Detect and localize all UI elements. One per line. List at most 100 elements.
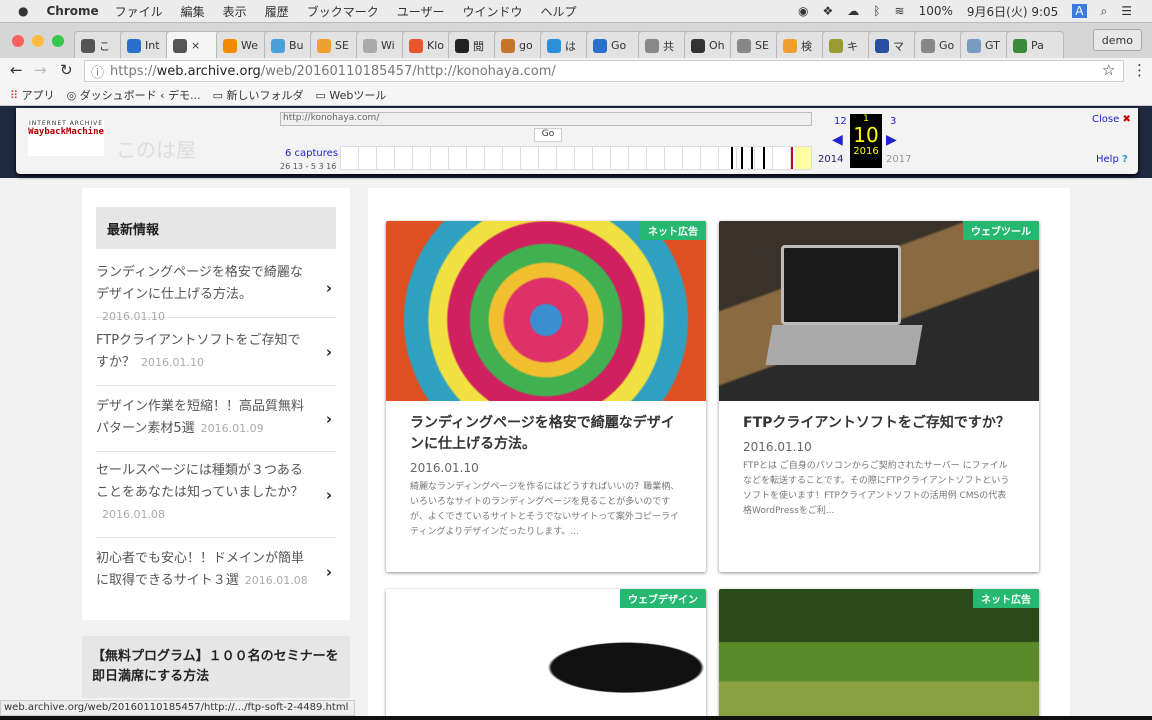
next-capture-arrow-icon[interactable]: ▶ — [886, 132, 897, 148]
browser-tab[interactable]: Pa — [1006, 31, 1064, 59]
program-widget-title[interactable]: 【無料プログラム】１００名のセミナーを即日満席にする方法 — [82, 636, 350, 698]
help-link[interactable]: Help ? — [1096, 154, 1128, 165]
wayback-url-input[interactable]: http://konohaya.com/ — [280, 112, 812, 126]
cloud-icon[interactable]: ☁ — [847, 4, 859, 18]
menu-dots-icon[interactable]: ⋮ — [1132, 61, 1147, 79]
browser-tab[interactable]: GT — [960, 31, 1010, 59]
address-bar[interactable]: ⓘ https://web.archive.org/web/2016011018… — [84, 60, 1124, 82]
profile-button[interactable]: demo — [1092, 29, 1142, 51]
next-month-link[interactable]: 3 — [890, 116, 896, 127]
tab-favicon-icon — [317, 38, 331, 53]
bookmark-folder-webtools[interactable]: ▭ Webツール — [315, 87, 386, 103]
url-host: web.archive.org — [156, 63, 261, 79]
recent-post-item[interactable]: ランディングページを格安で綺麗なデザインに仕上げる方法。2016.01.10 › — [96, 258, 336, 323]
tab-favicon-icon — [173, 38, 187, 53]
menu-history[interactable]: 履歴 — [265, 3, 289, 20]
browser-tab[interactable]: Oh — [684, 31, 734, 59]
browser-tab[interactable]: 共 — [638, 31, 688, 59]
menu-window[interactable]: ウインドウ — [462, 3, 522, 20]
browser-tab[interactable]: go — [494, 31, 544, 59]
wayback-logo[interactable]: INTERNET ARCHIVE WaybackMachine — [28, 120, 104, 156]
menu-help[interactable]: ヘルプ — [541, 3, 577, 20]
input-source[interactable]: A — [1072, 4, 1087, 18]
search-icon[interactable]: ⌕ — [1101, 4, 1108, 19]
wayback-go-button[interactable]: Go — [534, 128, 562, 142]
prev-year-link[interactable]: 2014 — [818, 154, 843, 165]
bluetooth-icon[interactable]: ᛒ — [873, 4, 880, 18]
recent-post-item[interactable]: 初心者でも安心！！ドメインが簡単に取得できるサイト３選 2016.01.08 › — [96, 538, 336, 606]
tab-favicon-icon — [501, 38, 515, 53]
recent-post-item[interactable]: FTPクライアントソフトをご存知ですか？ 2016.01.10 › — [96, 318, 336, 386]
browser-tab[interactable]: × — [166, 31, 220, 59]
captures-link[interactable]: 6 captures — [285, 148, 338, 159]
browser-tab[interactable]: Wi — [356, 31, 406, 59]
category-badge: ウェブデザイン — [620, 589, 706, 608]
record-icon[interactable]: ◉ — [798, 4, 808, 18]
browser-tab[interactable]: Klo — [402, 31, 452, 59]
zoom-window-button[interactable] — [52, 35, 64, 47]
reload-icon[interactable]: ↻ — [60, 61, 73, 79]
recent-post-item[interactable]: セールスページには種類が３つあることをあなたは知っていましたか？ 2016.01.… — [96, 452, 336, 538]
bookmark-dashboard[interactable]: ◎ ダッシュボード ‹ デモ... — [67, 87, 201, 103]
browser-tab[interactable]: Go — [586, 31, 642, 59]
prev-capture-arrow-icon[interactable]: ◀ — [832, 132, 843, 148]
chevron-right-icon: › — [325, 278, 332, 297]
browser-tab[interactable]: は — [540, 31, 590, 59]
article-thumbnail[interactable]: ネット広告 — [386, 221, 706, 401]
tab-label: Go — [939, 39, 955, 52]
article-title: ランディングページを格安で綺麗なデザインに仕上げる方法。 — [410, 415, 675, 452]
sidebar-title: 最新情報 — [96, 207, 336, 249]
browser-tab[interactable]: SE — [730, 31, 780, 59]
tab-favicon-icon — [783, 38, 797, 53]
menu-view[interactable]: 表示 — [223, 3, 247, 20]
article-card[interactable]: ウェブデザイン — [386, 589, 706, 720]
recent-post-item[interactable]: デザイン作業を短縮！！高品質無料パターン素材5選 2016.01.09 › — [96, 386, 336, 452]
tab-strip: こ Int × We Bu SE Wi Klo 閲 go は Go 共 Oh SE 検 キ マ Go GT Pa dem… — [0, 22, 1152, 59]
browser-tab[interactable]: Bu — [264, 31, 314, 59]
browser-tab[interactable]: 検 — [776, 31, 826, 59]
browser-tab[interactable]: 閲 — [448, 31, 498, 59]
browser-tab[interactable]: We — [216, 31, 268, 59]
tab-label: 閲 — [473, 39, 484, 53]
bookmark-apps[interactable]: ⠿ アプリ — [10, 87, 55, 103]
prev-month-link[interactable]: 12 — [834, 116, 847, 127]
list-icon[interactable]: ☰ — [1121, 4, 1132, 18]
minimize-window-button[interactable] — [32, 35, 44, 47]
tab-label: 共 — [663, 39, 674, 53]
menu-app[interactable]: Chrome — [46, 4, 98, 18]
article-thumbnail[interactable]: ネット広告 — [719, 589, 1039, 720]
apple-icon[interactable]: ● — [18, 4, 28, 18]
article-thumbnail[interactable]: ウェブデザイン — [386, 589, 706, 720]
info-icon[interactable]: ⓘ — [91, 62, 104, 81]
bottom-edge — [0, 716, 1152, 720]
tab-favicon-icon — [455, 38, 469, 53]
browser-tab[interactable]: マ — [868, 31, 918, 59]
tab-favicon-icon — [645, 38, 659, 53]
article-card[interactable]: ネット広告 ランディングページを格安で綺麗なデザインに仕上げる方法。 2016.… — [386, 221, 706, 572]
article-card[interactable]: ネット広告 — [719, 589, 1039, 720]
clock[interactable]: 9月6日(火) 9:05 — [967, 3, 1058, 20]
tab-favicon-icon — [363, 38, 377, 53]
browser-tab[interactable]: キ — [822, 31, 872, 59]
bookmark-folder-new[interactable]: ▭ 新しいフォルダ — [213, 87, 304, 103]
close-link[interactable]: Close ✖ — [1092, 114, 1131, 125]
menu-bookmarks[interactable]: ブックマーク — [307, 3, 379, 20]
menu-file[interactable]: ファイル — [115, 3, 163, 20]
dropbox-icon[interactable]: ❖ — [823, 4, 834, 18]
tab-favicon-icon — [1013, 38, 1027, 53]
forward-icon[interactable]: → — [34, 61, 47, 79]
article-card[interactable]: ウェブツール FTPクライアントソフトをご存知ですか？ 2016.01.10 F… — [719, 221, 1039, 572]
browser-tab[interactable]: こ — [74, 31, 124, 59]
browser-tab[interactable]: Go — [914, 31, 964, 59]
battery-text[interactable]: 100% — [919, 4, 953, 18]
browser-tab[interactable]: Int — [120, 31, 170, 59]
menu-user[interactable]: ユーザー — [397, 3, 445, 20]
star-icon[interactable]: ☆ — [1102, 61, 1115, 79]
tab-label: Bu — [289, 39, 304, 52]
capture-timeline[interactable] — [340, 146, 812, 170]
wifi-icon[interactable]: ≋ — [895, 4, 905, 18]
close-window-button[interactable] — [12, 35, 24, 47]
back-icon[interactable]: ← — [10, 61, 23, 79]
browser-tab[interactable]: SE — [310, 31, 360, 59]
menu-edit[interactable]: 編集 — [181, 3, 205, 20]
